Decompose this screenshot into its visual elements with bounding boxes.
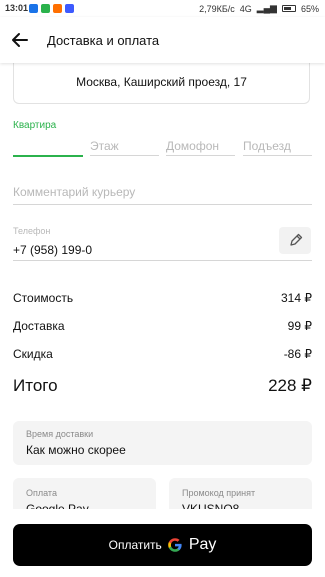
status-bar: 13:01 2,79КБ/с 4G ▂▄▆ 65% [0,0,325,17]
total-row: Итого 228 ₽ [13,376,312,396]
address-value: Москва, Каширский проезд, 17 [76,75,247,89]
edit-phone-button[interactable] [279,227,311,254]
network-type: 4G [239,3,252,14]
google-g-icon [168,538,182,552]
phone-input [13,260,312,261]
app-bar: Доставка и оплата [0,17,325,63]
delivery-time-label: Время доставки [26,429,94,439]
delivery-time-value: Как можно скорее [26,443,126,457]
cost-row: Стоимость 314 ₽ [13,291,312,305]
delivery-time-card[interactable]: Время доставки Как можно скорее [13,421,312,465]
payment-method-label: Оплата [26,488,57,498]
status-indicators: 2,79КБ/с 4G ▂▄▆ 65% [199,3,319,14]
delivery-label: Доставка [13,319,65,333]
cost-value: 314 ₽ [281,291,312,305]
back-button[interactable] [10,30,30,50]
signal-icon: ▂▄▆ [256,3,277,13]
delivery-row: Доставка 99 ₽ [13,319,312,333]
phone-label: Телефон [13,226,51,236]
comment-placeholder: Комментарий курьеру [13,185,136,199]
pay-button-label: Оплатить [108,538,162,552]
promo-code-label: Промокод принят [182,488,256,498]
intercom-input[interactable] [166,155,235,156]
apartment-label: Квартира [13,120,57,131]
status-app-icons [29,4,74,13]
arrow-left-icon [12,33,28,47]
floor-placeholder: Этаж [90,139,119,153]
comment-input[interactable] [13,204,312,205]
discount-value: -86 ₽ [283,347,312,361]
discount-row: Скидка -86 ₽ [13,347,312,361]
apartment-input[interactable] [13,155,83,157]
total-value: 228 ₽ [268,376,312,395]
discount-label: Скидка [13,347,53,361]
total-label: Итого [13,376,58,395]
status-time: 13:01 [5,3,29,13]
notification-app-icon [65,4,74,13]
address-field[interactable]: Москва, Каширский проезд, 17 [13,62,310,104]
battery-icon [281,5,296,12]
delivery-value: 99 ₽ [287,319,312,333]
notification-app-icon [53,4,62,13]
entrance-input[interactable] [243,155,312,156]
intercom-placeholder: Домофон [166,139,220,153]
cost-label: Стоимость [13,291,74,305]
notification-app-icon [41,4,50,13]
battery-level: 65% [300,3,319,14]
pay-button[interactable]: Оплатить Pay [13,524,312,566]
phone-value: +7 (958) 199-0 [13,243,93,257]
pencil-icon [290,233,303,246]
entrance-placeholder: Подъезд [243,139,291,153]
google-pay-brand: Pay [188,536,217,553]
page-title: Доставка и оплата [47,33,160,48]
floor-input[interactable] [90,155,159,156]
notification-app-icon [29,4,38,13]
network-speed: 2,79КБ/с [199,3,235,14]
